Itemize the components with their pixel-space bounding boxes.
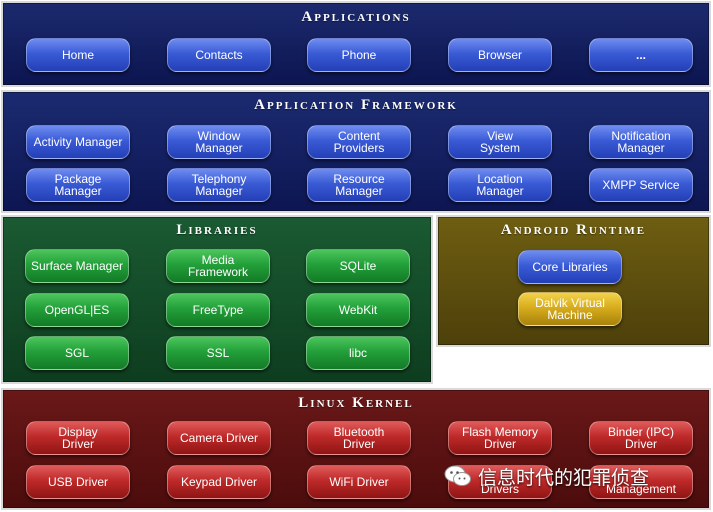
package-manager-button[interactable]: Package Manager	[26, 168, 130, 202]
telephony-manager-button[interactable]: Telephony Manager	[167, 168, 271, 202]
sqlite-button[interactable]: SQLite	[306, 249, 410, 283]
keypad-driver-button[interactable]: Keypad Driver	[167, 465, 271, 499]
flash-memory-driver-button[interactable]: Flash Memory Driver	[448, 421, 552, 455]
camera-driver-button[interactable]: Camera Driver	[167, 421, 271, 455]
media-framework-button[interactable]: Media Framework	[166, 249, 270, 283]
webkit-button[interactable]: WebKit	[306, 293, 410, 327]
wifi-driver-button[interactable]: WiFi Driver	[307, 465, 411, 499]
display-driver-button[interactable]: Display Driver	[26, 421, 130, 455]
usb-driver-button[interactable]: USB Driver	[26, 465, 130, 499]
activity-manager-button[interactable]: Activity Manager	[26, 125, 130, 159]
application-framework-layer: Application Framework Activity Manager W…	[1, 90, 711, 213]
watermark-text: 信息时代的犯罪侦查	[478, 467, 650, 489]
runtime-title: Android Runtime	[500, 222, 647, 238]
bluetooth-driver-button[interactable]: Bluetooth Driver	[307, 421, 411, 455]
resource-manager-button[interactable]: Resource Manager	[307, 168, 411, 202]
framework-title: Application Framework	[254, 97, 458, 113]
binder-ipc-driver-button[interactable]: Binder (IPC) Driver	[589, 421, 693, 455]
core-libraries-button[interactable]: Core Libraries	[518, 250, 622, 284]
surface-manager-button[interactable]: Surface Manager	[25, 249, 129, 283]
app-phone-button[interactable]: Phone	[307, 38, 411, 72]
xmpp-service-button[interactable]: XMPP Service	[589, 168, 693, 202]
dalvik-vm-button[interactable]: Dalvik Virtual Machine	[518, 292, 622, 326]
notification-manager-button[interactable]: Notification Manager	[589, 125, 693, 159]
android-runtime-layer: Android Runtime Core Libraries Dalvik Vi…	[436, 215, 711, 347]
freetype-button[interactable]: FreeType	[166, 293, 270, 327]
window-manager-button[interactable]: Window Manager	[167, 125, 271, 159]
location-manager-button[interactable]: Location Manager	[448, 168, 552, 202]
watermark: 信息时代的犯罪侦查	[444, 458, 649, 494]
libraries-title: Libraries	[176, 222, 258, 238]
applications-layer: Applications Home Contacts Phone Browser…	[1, 1, 711, 87]
opengl-es-button[interactable]: OpenGL|ES	[25, 293, 129, 327]
libraries-layer: Libraries Surface Manager Media Framewor…	[1, 215, 433, 384]
app-contacts-button[interactable]: Contacts	[167, 38, 271, 72]
kernel-title: Linux Kernel	[298, 395, 414, 411]
app-home-button[interactable]: Home	[26, 38, 130, 72]
ssl-button[interactable]: SSL	[166, 336, 270, 370]
app-more-button[interactable]: ...	[589, 38, 693, 72]
view-system-button[interactable]: View System	[448, 125, 552, 159]
sgl-button[interactable]: SGL	[25, 336, 129, 370]
content-providers-button[interactable]: Content Providers	[307, 125, 411, 159]
wechat-icon	[444, 465, 471, 486]
app-browser-button[interactable]: Browser	[448, 38, 552, 72]
applications-title: Applications	[301, 9, 411, 25]
libc-button[interactable]: libc	[306, 336, 410, 370]
